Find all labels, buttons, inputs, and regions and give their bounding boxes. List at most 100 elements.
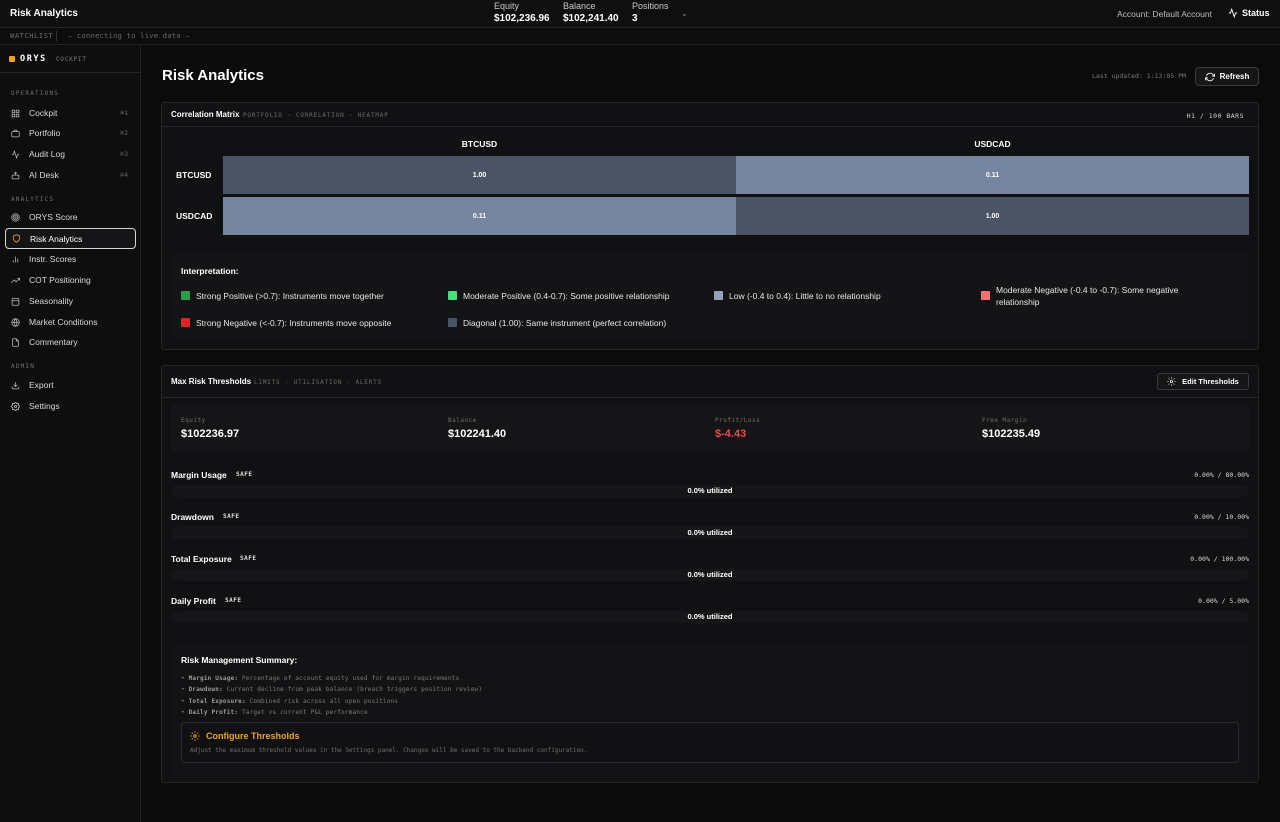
sidebar-item-label: Audit Log [29,149,65,159]
main-content: Risk Analytics Last updated: 1:13:05 PM … [142,46,1280,822]
sidebar-item-commentary[interactable]: Commentary [5,332,136,352]
sidebar-item-orys-score[interactable]: ORYS Score [5,207,136,227]
sidebar-item-label: Instr. Scores [29,254,77,264]
sidebar-item-export[interactable]: Export [5,375,136,395]
refresh-button[interactable]: Refresh [1195,67,1259,86]
sidebar-item-label: Export [29,380,54,390]
sidebar-item-market-conditions[interactable]: Market Conditions [5,312,136,332]
balance-value: $102,241.40 [563,13,619,24]
download-icon [11,381,25,390]
shortcut-hint: ⌘3 [120,150,128,158]
section-analytics: ANALYTICS [11,196,55,203]
status-badge: SAFE [225,597,242,604]
stat-label: Balance [448,417,477,424]
watchlist-bar: WATCHLIST — connecting to live data — [0,28,1280,45]
limit-range: 0.00% / 100.00% [1190,555,1249,563]
activity-icon [1228,8,1238,18]
sidebar-item-label: ORYS Score [29,212,78,222]
sidebar-item-settings[interactable]: Settings [5,396,136,416]
brand-logo [9,56,15,62]
watchlist-status: — connecting to live data — [68,32,190,40]
sidebar-item-label: Portfolio [29,128,61,138]
panel-title: Correlation Matrix [171,110,240,119]
edit-thresholds-label: Edit Thresholds [1182,377,1239,386]
utilization-text: 0.0% utilized [687,612,733,621]
equity-label: Equity [494,1,520,11]
grid-icon [11,109,25,118]
matrix-cell[interactable]: 0.11 [223,197,736,235]
summary-line: • Daily Profit: Target vs current P&L pe… [181,709,368,716]
gear-icon [1167,377,1176,386]
panel-header: Max Risk Thresholds LIMITS · UTILISATION… [162,366,1258,398]
legend-swatch [181,318,190,327]
summary-term: Margin Usage: [188,675,239,682]
last-updated: Last updated: 1:13:05 PM [1092,72,1186,80]
sidebar-item-label: Commentary [29,337,78,347]
limit-total-exposure: Total Exposure SAFE 0.00% / 100.00% 0.0%… [171,550,1249,590]
sidebar-item-label: Settings [29,401,60,411]
sidebar-item-label: Seasonality [29,296,73,306]
correlation-panel: Correlation Matrix PORTFOLIO · CORRELATI… [161,102,1259,350]
sidebar-item-risk-analytics[interactable]: Risk Analytics [5,228,136,249]
sidebar-item-portfolio[interactable]: Portfolio ⌘2 [5,123,136,143]
brand[interactable]: ORYS COCKPIT [9,54,87,64]
summary-text: Percentage of account equity used for ma… [242,675,460,682]
utilization-text: 0.0% utilized [687,486,733,495]
legend-item: Strong Positive (>0.7): Instruments move… [181,290,384,302]
legend-swatch [448,318,457,327]
balance-stat: Balance $102,241.40 [563,1,619,26]
matrix-cell[interactable]: 1.00 [223,156,736,194]
legend-item: Moderate Negative (-0.4 to -0.7): Some n… [981,284,1221,308]
summary-title: Risk Management Summary: [181,655,298,665]
panel-header: Correlation Matrix PORTFOLIO · CORRELATI… [162,103,1258,127]
section-operations: OPERATIONS [11,90,60,97]
equity-value: $102,236.96 [494,13,550,24]
matrix-cell[interactable]: 1.00 [736,197,1249,235]
sidebar-item-cot-positioning[interactable]: COT Positioning [5,270,136,290]
status-badge: SAFE [240,555,257,562]
sidebar-item-instr-scores[interactable]: Instr. Scores [5,249,136,269]
status-button[interactable]: Status [1228,8,1270,18]
activity-icon [11,149,25,159]
configure-title-text: Configure Thresholds [206,731,300,741]
limit-margin-usage: Margin Usage SAFE 0.00% / 80.00% 0.0% ut… [171,466,1249,506]
panel-subtitle: LIMITS · UTILISATION · ALERTS [254,379,382,386]
stat-label: Equity [181,417,206,424]
summary-text: Current decline from peak balance (breac… [226,686,483,693]
configure-title: Configure Thresholds [190,731,300,741]
chevron-down-icon[interactable]: ⌄ [681,9,688,18]
gear-icon [190,731,200,741]
sidebar-item-label: COT Positioning [29,275,91,285]
row-header: BTCUSD [176,170,212,180]
matrix-cell[interactable]: 0.11 [736,156,1249,194]
limit-drawdown: Drawdown SAFE 0.00% / 10.00% 0.0% utiliz… [171,508,1249,548]
edit-thresholds-button[interactable]: Edit Thresholds [1157,373,1249,390]
legend-label: Low (-0.4 to 0.4): Little to no relation… [729,291,881,301]
brand-name: ORYS [20,54,47,64]
shield-icon [12,234,26,243]
equity-stat: Equity $102,236.96 [494,1,550,26]
shortcut-hint: ⌘2 [120,129,128,137]
stat-label: Profit/Loss [715,417,761,424]
summary-line: • Margin Usage: Percentage of account eq… [181,675,460,682]
page-title: Risk Analytics [162,67,264,84]
limit-name: Total Exposure [171,554,232,564]
sidebar-item-cockpit[interactable]: Cockpit ⌘1 [5,103,136,123]
risk-thresholds-panel: Max Risk Thresholds LIMITS · UTILISATION… [161,365,1259,783]
configure-thresholds-box[interactable]: Configure Thresholds Adjust the maximum … [181,722,1239,763]
target-icon [11,212,25,222]
summary-term: Daily Profit: [188,709,239,716]
account-selector[interactable]: Account: Default Account [1117,9,1212,19]
legend-swatch [448,291,457,300]
sidebar-item-label: Cockpit [29,108,58,118]
sidebar-item-ai-desk[interactable]: AI Desk ⌘4 [5,165,136,185]
sidebar-item-seasonality[interactable]: Seasonality [5,291,136,311]
sidebar-item-audit-log[interactable]: Audit Log ⌘3 [5,144,136,164]
shortcut-hint: ⌘4 [120,171,128,179]
risk-summary: Risk Management Summary: • Margin Usage:… [171,644,1249,774]
legend-item: Low (-0.4 to 0.4): Little to no relation… [714,290,881,302]
interpretation-title: Interpretation: [181,266,239,276]
column-header: USDCAD [974,139,1011,149]
column-header: BTCUSD [461,139,498,149]
stat-profit-loss: Profit/Loss $-4.43 [715,417,760,440]
